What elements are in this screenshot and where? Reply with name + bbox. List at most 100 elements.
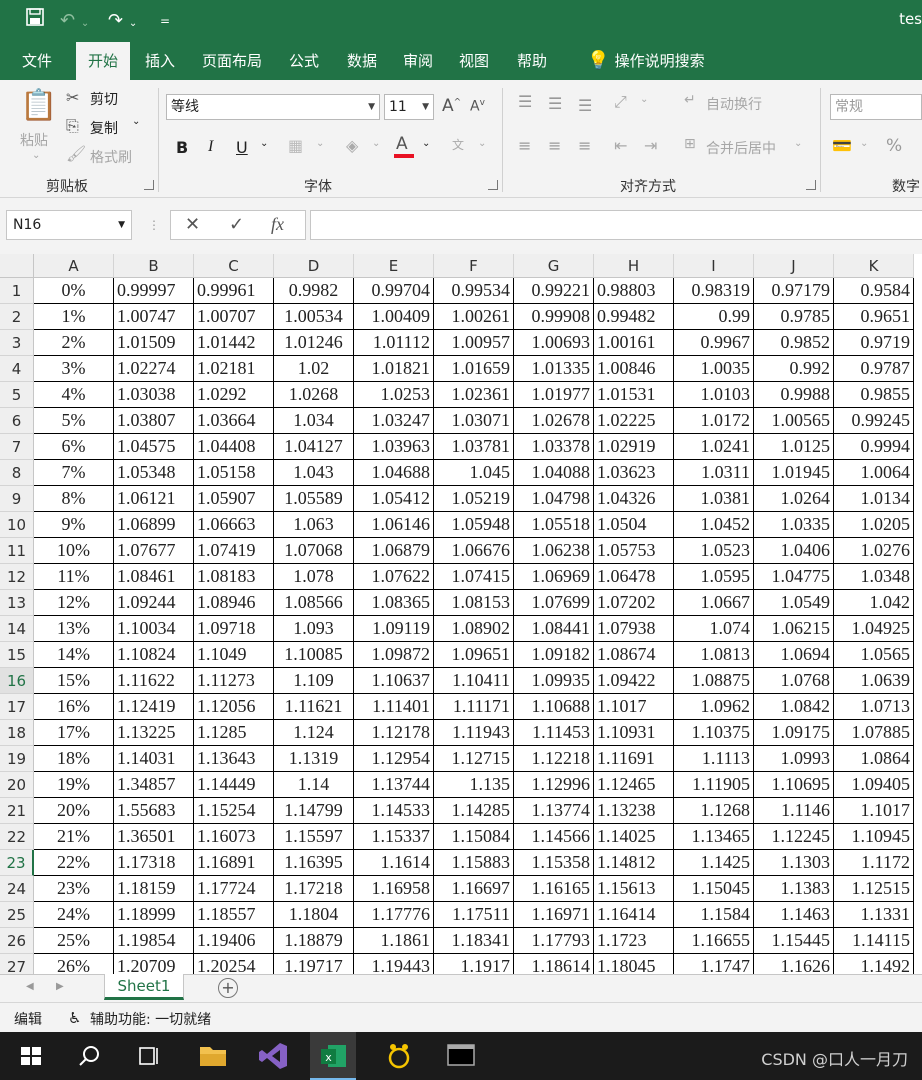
add-sheet-icon[interactable]: + <box>218 978 238 998</box>
table-cell[interactable]: 1.10411 <box>434 668 514 694</box>
table-cell[interactable]: 1.00409 <box>354 304 434 330</box>
table-cell[interactable]: 1.1113 <box>674 746 754 772</box>
table-cell[interactable]: 0.99704 <box>354 278 434 304</box>
table-cell[interactable]: 1.0595 <box>674 564 754 590</box>
table-cell[interactable]: 1.06146 <box>354 512 434 538</box>
table-cell[interactable]: 1.04326 <box>594 486 674 512</box>
table-cell[interactable]: 1.0241 <box>674 434 754 460</box>
table-cell[interactable]: 1.00161 <box>594 330 674 356</box>
table-cell[interactable]: 1.04775 <box>754 564 834 590</box>
decrease-indent-icon[interactable]: ⇤ <box>614 136 627 155</box>
table-cell[interactable]: 1.0292 <box>194 382 274 408</box>
table-cell[interactable]: 1.02361 <box>434 382 514 408</box>
table-cell[interactable]: 1.10034 <box>114 616 194 642</box>
table-cell[interactable]: 1.10824 <box>114 642 194 668</box>
table-cell[interactable]: 1.16891 <box>194 850 274 876</box>
table-cell[interactable]: 12% <box>34 590 114 616</box>
table-cell[interactable]: 1.36501 <box>114 824 194 850</box>
table-cell[interactable]: 1.04408 <box>194 434 274 460</box>
table-cell[interactable]: 1.0993 <box>754 746 834 772</box>
table-cell[interactable]: 1.0565 <box>834 642 914 668</box>
orientation-icon[interactable]: ⤢ <box>614 92 627 112</box>
table-cell[interactable]: 1.15597 <box>274 824 354 850</box>
select-all-corner[interactable] <box>0 254 34 278</box>
paste-dropdown-icon[interactable]: ⌄ <box>32 150 40 161</box>
clipboard-dialog-launcher[interactable] <box>144 180 154 190</box>
table-cell[interactable]: 1.034 <box>274 408 354 434</box>
cut-button[interactable]: 剪切 <box>90 89 118 109</box>
table-cell[interactable]: 1.0768 <box>754 668 834 694</box>
tab-help[interactable]: 帮助 <box>508 42 556 80</box>
table-cell[interactable]: 1.0253 <box>354 382 434 408</box>
table-cell[interactable]: 1.0504 <box>594 512 674 538</box>
table-cell[interactable]: 1.0381 <box>674 486 754 512</box>
table-cell[interactable]: 1.08875 <box>674 668 754 694</box>
table-cell[interactable]: 1.1747 <box>674 954 754 974</box>
font-color-dropdown-icon[interactable]: ⌄ <box>422 138 430 149</box>
table-cell[interactable]: 1.00846 <box>594 356 674 382</box>
table-cell[interactable]: 0.99 <box>674 304 754 330</box>
merge-center-button[interactable]: 合并后居中 <box>706 138 776 158</box>
table-cell[interactable]: 1.0639 <box>834 668 914 694</box>
table-cell[interactable]: 1.07622 <box>354 564 434 590</box>
table-cell[interactable]: 1.07938 <box>594 616 674 642</box>
table-cell[interactable]: 9% <box>34 512 114 538</box>
row-header[interactable]: 1 <box>0 278 34 304</box>
row-header[interactable]: 11 <box>0 538 34 564</box>
table-cell[interactable]: 11% <box>34 564 114 590</box>
terminal-button[interactable] <box>438 1032 484 1080</box>
table-cell[interactable]: 1.06676 <box>434 538 514 564</box>
table-cell[interactable]: 1.0452 <box>674 512 754 538</box>
column-header[interactable]: G <box>514 254 594 278</box>
table-cell[interactable]: 0.99245 <box>834 408 914 434</box>
table-cell[interactable]: 1.1049 <box>194 642 274 668</box>
table-cell[interactable]: 1.17724 <box>194 876 274 902</box>
table-cell[interactable]: 1.20709 <box>114 954 194 974</box>
table-cell[interactable]: 1.06899 <box>114 512 194 538</box>
table-cell[interactable]: 1.0713 <box>834 694 914 720</box>
row-header[interactable]: 4 <box>0 356 34 382</box>
table-cell[interactable]: 1.15254 <box>194 798 274 824</box>
table-cell[interactable]: 1.05412 <box>354 486 434 512</box>
insert-function-icon[interactable]: fx <box>271 214 284 235</box>
file-explorer-button[interactable] <box>190 1032 236 1080</box>
table-cell[interactable]: 1.04127 <box>274 434 354 460</box>
table-cell[interactable]: 1.0035 <box>674 356 754 382</box>
table-cell[interactable]: 1.08566 <box>274 590 354 616</box>
table-cell[interactable]: 19% <box>34 772 114 798</box>
table-cell[interactable]: 0.98803 <box>594 278 674 304</box>
table-cell[interactable]: 0.99534 <box>434 278 514 304</box>
table-cell[interactable]: 1.08365 <box>354 590 434 616</box>
table-cell[interactable]: 1.0842 <box>754 694 834 720</box>
table-cell[interactable]: 1.11453 <box>514 720 594 746</box>
table-cell[interactable]: 1.08461 <box>114 564 194 590</box>
table-cell[interactable]: 18% <box>34 746 114 772</box>
table-cell[interactable]: 1.05348 <box>114 460 194 486</box>
table-cell[interactable]: 1.1319 <box>274 746 354 772</box>
table-cell[interactable]: 1.06215 <box>754 616 834 642</box>
table-cell[interactable]: 1.14115 <box>834 928 914 954</box>
column-header[interactable]: D <box>274 254 354 278</box>
fill-dropdown-icon[interactable]: ⌄ <box>372 138 380 149</box>
table-cell[interactable]: 0.99908 <box>514 304 594 330</box>
font-name-combo[interactable]: 等线 ▼ <box>166 94 380 120</box>
table-cell[interactable]: 1.15445 <box>754 928 834 954</box>
table-cell[interactable]: 1.08946 <box>194 590 274 616</box>
table-cell[interactable]: 1.01246 <box>274 330 354 356</box>
enter-icon[interactable]: ✓ <box>229 214 244 235</box>
table-cell[interactable]: 1.0103 <box>674 382 754 408</box>
table-cell[interactable]: 1.10688 <box>514 694 594 720</box>
table-cell[interactable]: 6% <box>34 434 114 460</box>
format-painter-button[interactable]: 格式刷 <box>90 147 132 167</box>
row-header[interactable]: 7 <box>0 434 34 460</box>
table-cell[interactable]: 1.1584 <box>674 902 754 928</box>
table-cell[interactable]: 1.19406 <box>194 928 274 954</box>
table-cell[interactable]: 21% <box>34 824 114 850</box>
tab-insert[interactable]: 插入 <box>136 42 184 80</box>
table-cell[interactable]: 1.09182 <box>514 642 594 668</box>
table-cell[interactable]: 13% <box>34 616 114 642</box>
tab-review[interactable]: 审阅 <box>394 42 442 80</box>
table-cell[interactable]: 1.06663 <box>194 512 274 538</box>
table-cell[interactable]: 1.13643 <box>194 746 274 772</box>
table-cell[interactable]: 1.12465 <box>594 772 674 798</box>
